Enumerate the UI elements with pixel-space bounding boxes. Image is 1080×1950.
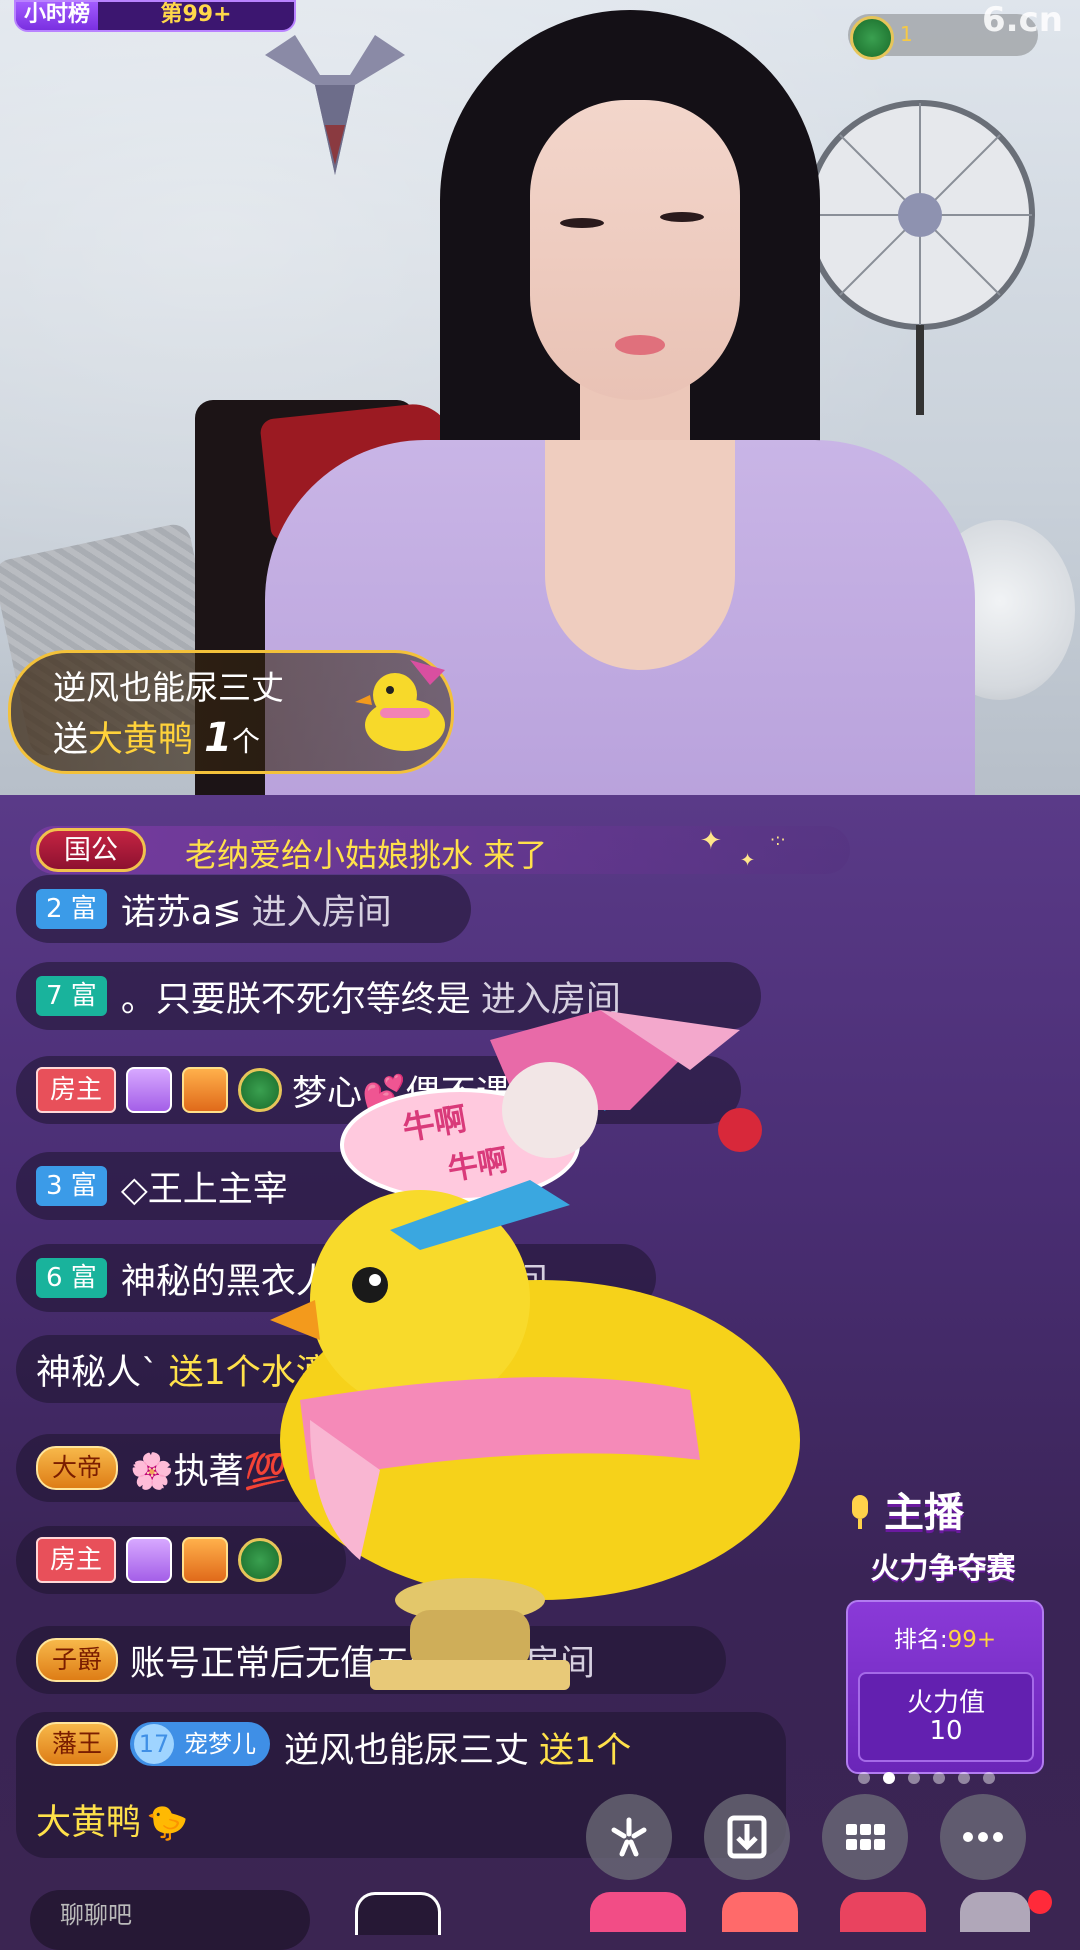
hour-rank-label: 小时榜 — [16, 2, 98, 30]
anchor-firepower-widget[interactable]: 主播 火力争夺赛 排名:99+ 火力值 10 — [838, 1465, 1048, 1774]
gift-button[interactable] — [590, 1892, 686, 1932]
gift-unit: 个 — [232, 725, 261, 758]
rich-level-badge: 7 富 — [36, 976, 107, 1016]
firepower-value: 10 — [929, 1716, 963, 1746]
widget-rank-label: 排名: — [893, 1627, 948, 1653]
menu-button[interactable] — [960, 1892, 1030, 1932]
lips — [615, 335, 665, 355]
level-text: 1 — [900, 22, 913, 46]
host-badge: 房主 — [36, 1537, 117, 1583]
deer-head-decoration — [265, 35, 405, 175]
chat-username[interactable]: ◇王上主宰 — [121, 1161, 288, 1212]
level-star-icon — [850, 16, 894, 60]
chat-username[interactable]: 逆风也能尿三丈 — [284, 1722, 529, 1773]
share-icon — [611, 1817, 647, 1857]
duck-gift-icon: 🐤 — [146, 1803, 189, 1843]
chat-username[interactable]: 神秘人` — [36, 1344, 159, 1395]
hour-rank-value: 第99+ — [98, 2, 294, 30]
streamer-face — [530, 100, 740, 400]
eye-right — [660, 212, 704, 222]
duck-gift-animation — [270, 1010, 800, 1690]
notification-dot — [1028, 1890, 1052, 1914]
shield-cross-icon — [126, 1067, 173, 1113]
noble-title-badge: 藩王 — [36, 1722, 119, 1766]
gift-action: 送 — [53, 720, 89, 760]
eye-left — [560, 218, 604, 228]
shield-cross-icon — [126, 1537, 173, 1583]
more-icon — [963, 1832, 1003, 1842]
grid-icon — [846, 1824, 885, 1850]
page-dot — [933, 1772, 945, 1784]
mic-icon — [852, 1495, 868, 1529]
widget-card: 排名:99+ 火力值 10 — [846, 1600, 1044, 1774]
enter-banner-text: 老纳爱给小姑娘挑水 来了 — [185, 836, 548, 874]
vip-enter-banner: 国公 老纳爱给小姑娘挑水 来了 — [30, 826, 850, 874]
page-dot — [983, 1772, 995, 1784]
chat-action: 进入房间 — [251, 892, 392, 933]
guard-badge-icon — [182, 1067, 229, 1113]
noble-title-badge: 子爵 — [36, 1638, 119, 1682]
gift-name: 大黄鸭 — [88, 720, 194, 760]
page-dot — [858, 1772, 870, 1784]
sparkle-icon: ·:· — [770, 830, 786, 849]
noble-title-badge: 大帝 — [36, 1446, 119, 1490]
pet-name: 宠梦儿 — [184, 1730, 257, 1758]
gift-count: 1 — [204, 715, 233, 761]
widget-rank-value: 99+ — [947, 1627, 997, 1653]
hour-rank-badge[interactable]: 小时榜 第99+ — [14, 0, 296, 32]
page-dot — [958, 1772, 970, 1784]
firepower-box: 火力值 10 — [858, 1672, 1034, 1762]
rich-level-badge: 6 富 — [36, 1258, 107, 1298]
chat-message[interactable]: 2 富 诺苏a≶ 进入房间 — [16, 875, 471, 943]
widget-title-sub: 火力争夺赛 — [870, 1551, 1016, 1585]
noble-badge: 国公 — [36, 828, 146, 872]
download-icon — [727, 1815, 767, 1859]
widget-page-indicator[interactable] — [858, 1772, 995, 1784]
rich-level-badge: 3 富 — [36, 1166, 107, 1206]
widget-title-main: 主播 — [884, 1490, 964, 1536]
fan-decoration — [805, 100, 1035, 415]
download-button[interactable] — [704, 1794, 790, 1880]
chat-username[interactable]: 诺苏a≶ — [121, 884, 242, 935]
host-badge: 房主 — [36, 1067, 117, 1113]
recharge-button[interactable] — [722, 1892, 798, 1932]
chat-input[interactable]: 聊聊吧 — [30, 1890, 310, 1950]
streamer-neckline — [545, 440, 735, 670]
sparkle-icon: ✦ — [740, 850, 756, 871]
apps-button[interactable] — [822, 1794, 908, 1880]
page-dot — [908, 1772, 920, 1784]
page-dot-active — [883, 1772, 895, 1784]
pet-heart-icon: 17 — [134, 1724, 175, 1764]
gift-line: 送大黄鸭 1个 — [53, 711, 260, 762]
emoji-button[interactable] — [355, 1892, 441, 1935]
activity-button[interactable] — [840, 1892, 926, 1932]
chat-gift-action: 送1个 — [539, 1731, 632, 1771]
gift-sender: 逆风也能尿三丈 — [53, 668, 284, 707]
duck-gift-icon — [355, 660, 445, 751]
sparkle-icon: ✦ — [700, 826, 722, 856]
site-logo: 6.cn — [982, 0, 1063, 40]
chat-username[interactable]: 🌸执著💯 — [130, 1443, 287, 1494]
rich-level-badge: 2 富 — [36, 889, 107, 929]
chat-gift-name: 大黄鸭 — [36, 1803, 142, 1843]
share-button[interactable] — [586, 1794, 672, 1880]
firepower-label: 火力值 — [906, 1688, 985, 1718]
guard-badge-icon — [182, 1537, 229, 1583]
widget-rank: 排名:99+ — [848, 1620, 1042, 1654]
pet-badge: 17 宠梦儿 — [130, 1722, 271, 1766]
more-button[interactable] — [940, 1794, 1026, 1880]
